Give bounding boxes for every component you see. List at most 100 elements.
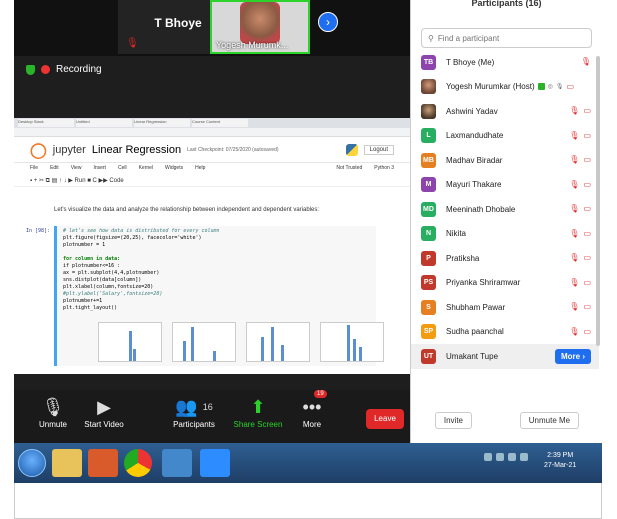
video-off-icon: ▭ (583, 155, 591, 164)
video-off-icon: ▭ (583, 326, 591, 336)
more-label: More (302, 420, 322, 429)
video-off-icon: ▭ (583, 179, 591, 189)
participant-name: Priyanka Shriramwar (446, 278, 521, 288)
distplot (246, 322, 310, 362)
participant-row[interactable]: MB Madhav Biradar 🎙 ▭ (411, 148, 599, 173)
jupyter-logo-icon: ◯ (30, 141, 47, 159)
menu-file: File (30, 165, 39, 171)
mic-off-icon: 🎙 (41, 397, 65, 417)
mic-off-icon: 🎙 (569, 106, 580, 115)
browser-tab: Untitled (76, 119, 132, 127)
chrome-icon[interactable] (124, 449, 152, 477)
jupyter-menu: File Edit View Insert Cell Kernel Widget… (14, 163, 410, 175)
participant-row[interactable]: M Mayuri Thakare 🎙 ▭ (411, 173, 599, 198)
avatar: MB (421, 152, 436, 168)
clock-date: 27-Mar-21 (544, 462, 577, 469)
video-off-icon: ▭ (583, 106, 591, 115)
plot-outputs (98, 322, 384, 362)
jupyter-toolbar: ▪ + ✂ ⧉ ▤ ↑ ↓ ▶ Run ■ C ▶▶ Code (14, 175, 410, 187)
avatar: P (421, 250, 436, 266)
office-icon[interactable] (88, 449, 118, 477)
participant-row[interactable]: N Nikita 🎙 ▭ (411, 222, 599, 247)
mic-off-icon: 🎙 (569, 204, 580, 213)
video-off-icon: ▭ (583, 253, 591, 262)
share-screen-button[interactable]: ⬆ Share Screen (230, 396, 286, 429)
participant-name: Yogesh Murumkar (Host) (446, 82, 535, 92)
participant-row[interactable]: MD Meeninath Dhobale 🎙 ▭ (411, 197, 599, 222)
recording-label: Recording (56, 64, 102, 75)
tile-name: Yogesh Murumk... (216, 40, 289, 50)
participant-row[interactable]: PS Priyanka Shriramwar 🎙 ▭ (411, 271, 599, 296)
participant-row[interactable]: SP Sudha paanchal 🎙 ▭ (411, 320, 599, 345)
code-line: if plotnumber<=16 : (63, 263, 121, 269)
participant-row[interactable]: UT Umakant Tupe More › (411, 344, 599, 369)
page-bottom (14, 483, 602, 519)
distplot (320, 322, 384, 362)
video-off-icon: ▶ (97, 397, 111, 417)
participant-name: Mayuri Thakare (446, 180, 502, 190)
participant-name: Pratiksha (446, 253, 480, 263)
invite-button[interactable]: Invite (434, 411, 472, 429)
menu-widgets: Widgets (165, 165, 184, 171)
recording-indicator: Recording (26, 64, 102, 75)
more-button[interactable]: ••• 19 More (292, 390, 332, 429)
meeting-toolbar: 🎙 Unmute ▶ Start Video 👥 16 Participants… (14, 390, 410, 443)
participants-button[interactable]: 👥 16 Participants (164, 396, 224, 429)
participant-search[interactable]: ⚲ (421, 28, 592, 48)
ellipsis-icon: ••• (302, 397, 322, 417)
video-feed (240, 2, 280, 44)
clock-time: 2:39 PM (547, 452, 574, 459)
clock[interactable]: 2:39 PM 27-Mar-21 (544, 451, 576, 471)
tray-icon[interactable] (508, 453, 516, 461)
mic-off-icon: 🎙 (569, 326, 580, 336)
people-icon: 👥 (175, 397, 198, 417)
mic-off-icon: 🎙 (580, 57, 591, 66)
volume-icon[interactable] (520, 453, 528, 461)
participant-name: Shubham Pawar (446, 302, 506, 312)
panel-scrollbar[interactable] (596, 56, 600, 346)
zoom-meeting-window: T Bhoye 🎙 Yogesh Murumk... › Recording D… (14, 0, 602, 443)
start-video-button[interactable]: ▶ Start Video (78, 396, 130, 429)
participant-row[interactable]: S Shubham Pawar 🎙 ▭ (411, 295, 599, 320)
browser-url-bar (14, 128, 410, 137)
next-page-arrow-icon[interactable]: › (318, 12, 338, 32)
menu-help: Help (195, 165, 206, 171)
photos-icon[interactable] (162, 449, 192, 477)
video-tile-yogesh[interactable]: Yogesh Murumk... (210, 0, 310, 54)
participant-row[interactable]: L Laxmandudhate 🎙 ▭ (411, 124, 599, 149)
participant-name: Sudha paanchal (446, 327, 504, 337)
shared-screen: Desktop Slack Untitled Linear Regression… (14, 118, 410, 374)
checkpoint-text: Last Checkpoint: 07/25/2020 (autosaved) (187, 146, 279, 153)
search-input[interactable] (437, 33, 578, 43)
participant-row[interactable]: P Pratiksha 🎙 ▭ (411, 246, 599, 271)
video-off-icon: ▭ (566, 82, 575, 92)
browser-tabs: Desktop Slack Untitled Linear Regression… (14, 118, 410, 128)
share-screen-label: Share Screen (233, 420, 283, 429)
video-off-icon: ▭ (583, 130, 591, 140)
avatar: MD (421, 201, 436, 217)
participant-row[interactable]: TB T Bhoye (Me) 🎙 (411, 50, 599, 75)
tray-icon[interactable] (496, 453, 504, 461)
zoom-icon[interactable] (200, 449, 230, 477)
file-explorer-icon[interactable] (52, 449, 82, 477)
participant-row[interactable]: Yogesh Murumkar (Host) ◎ 🎙 ▭ (411, 75, 599, 100)
code-line: ax = plt.subplot(4,4,plotnumber) (63, 270, 160, 276)
unmute-me-button[interactable]: Unmute Me (519, 411, 580, 429)
participants-label: Participants (173, 420, 215, 429)
menu-edit: Edit (50, 165, 59, 171)
start-button[interactable] (18, 449, 46, 477)
participant-row[interactable]: Ashwini Yadav 🎙 ▭ (411, 99, 599, 124)
mic-off-icon: 🎙 (569, 253, 580, 262)
leave-button[interactable]: Leave (366, 409, 404, 429)
tray-icon[interactable] (484, 453, 492, 461)
participant-strip: T Bhoye 🎙 Yogesh Murumk... › (14, 0, 410, 56)
video-off-icon: ▭ (583, 302, 591, 311)
participant-more-button[interactable]: More › (554, 349, 591, 364)
avatar: UT (421, 348, 436, 364)
avatar: N (421, 226, 436, 242)
more-badge: 19 (314, 390, 327, 398)
browser-tab: Course Content (192, 119, 248, 127)
code-line: plotnumber = 1 (63, 242, 106, 248)
unmute-button[interactable]: 🎙 Unmute (32, 396, 74, 429)
markdown-cell: Let's visualize the data and analyze the… (54, 207, 320, 213)
